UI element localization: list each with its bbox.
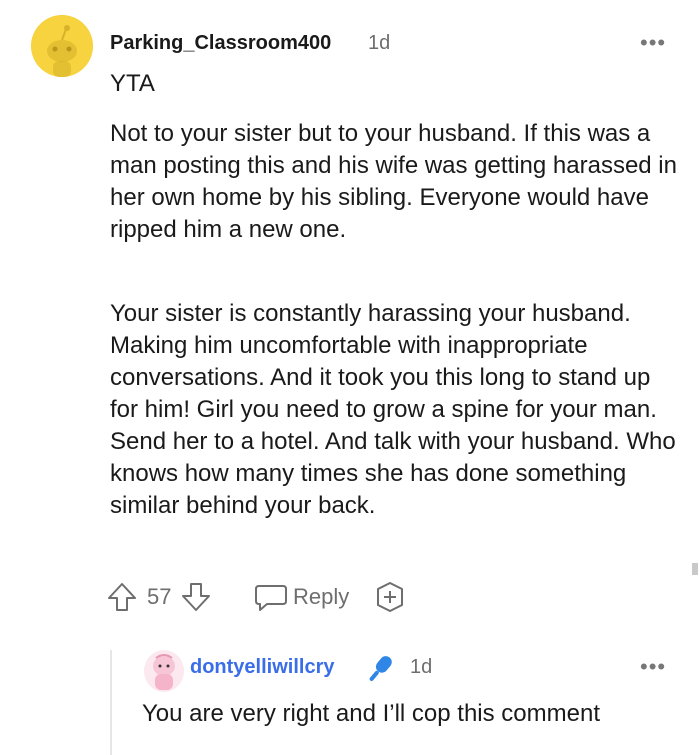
speech-bubble-icon	[255, 585, 287, 611]
thread-line[interactable]	[110, 650, 112, 755]
more-options-button[interactable]: •••	[640, 30, 666, 56]
reply-body: You are very right and I’ll cop this com…	[142, 700, 601, 727]
snoo-avatar-icon	[31, 15, 93, 77]
avatar[interactable]	[31, 15, 93, 77]
comment-timestamp: 1d	[368, 32, 391, 54]
award-button[interactable]	[373, 580, 407, 614]
upvote-arrow-icon	[108, 583, 136, 611]
comment-verdict: YTA	[110, 70, 155, 97]
vote-count: 57	[147, 584, 172, 609]
reply-more-options-button[interactable]: •••	[640, 654, 666, 680]
comment-paragraph: Not to your sister but to your husband. …	[110, 120, 677, 243]
award-plus-icon	[377, 582, 403, 612]
microphone-icon	[362, 652, 398, 691]
reply-button[interactable]: Reply	[253, 580, 349, 614]
scrollbar-thumb[interactable]	[692, 563, 698, 575]
comment-paragraph: Your sister is constantly harassing your…	[110, 300, 676, 519]
reply-label: Reply	[293, 584, 350, 609]
pink-character-avatar-icon	[144, 651, 184, 691]
downvote-arrow-icon	[182, 583, 210, 611]
upvote-button[interactable]	[105, 580, 139, 614]
comment-author[interactable]: Parking_Classroom400	[110, 32, 331, 55]
reply-author[interactable]: dontyelliwillcry	[190, 656, 334, 679]
reply-timestamp: 1d	[410, 656, 433, 678]
reply-avatar[interactable]	[144, 650, 184, 692]
downvote-button[interactable]	[179, 580, 213, 614]
